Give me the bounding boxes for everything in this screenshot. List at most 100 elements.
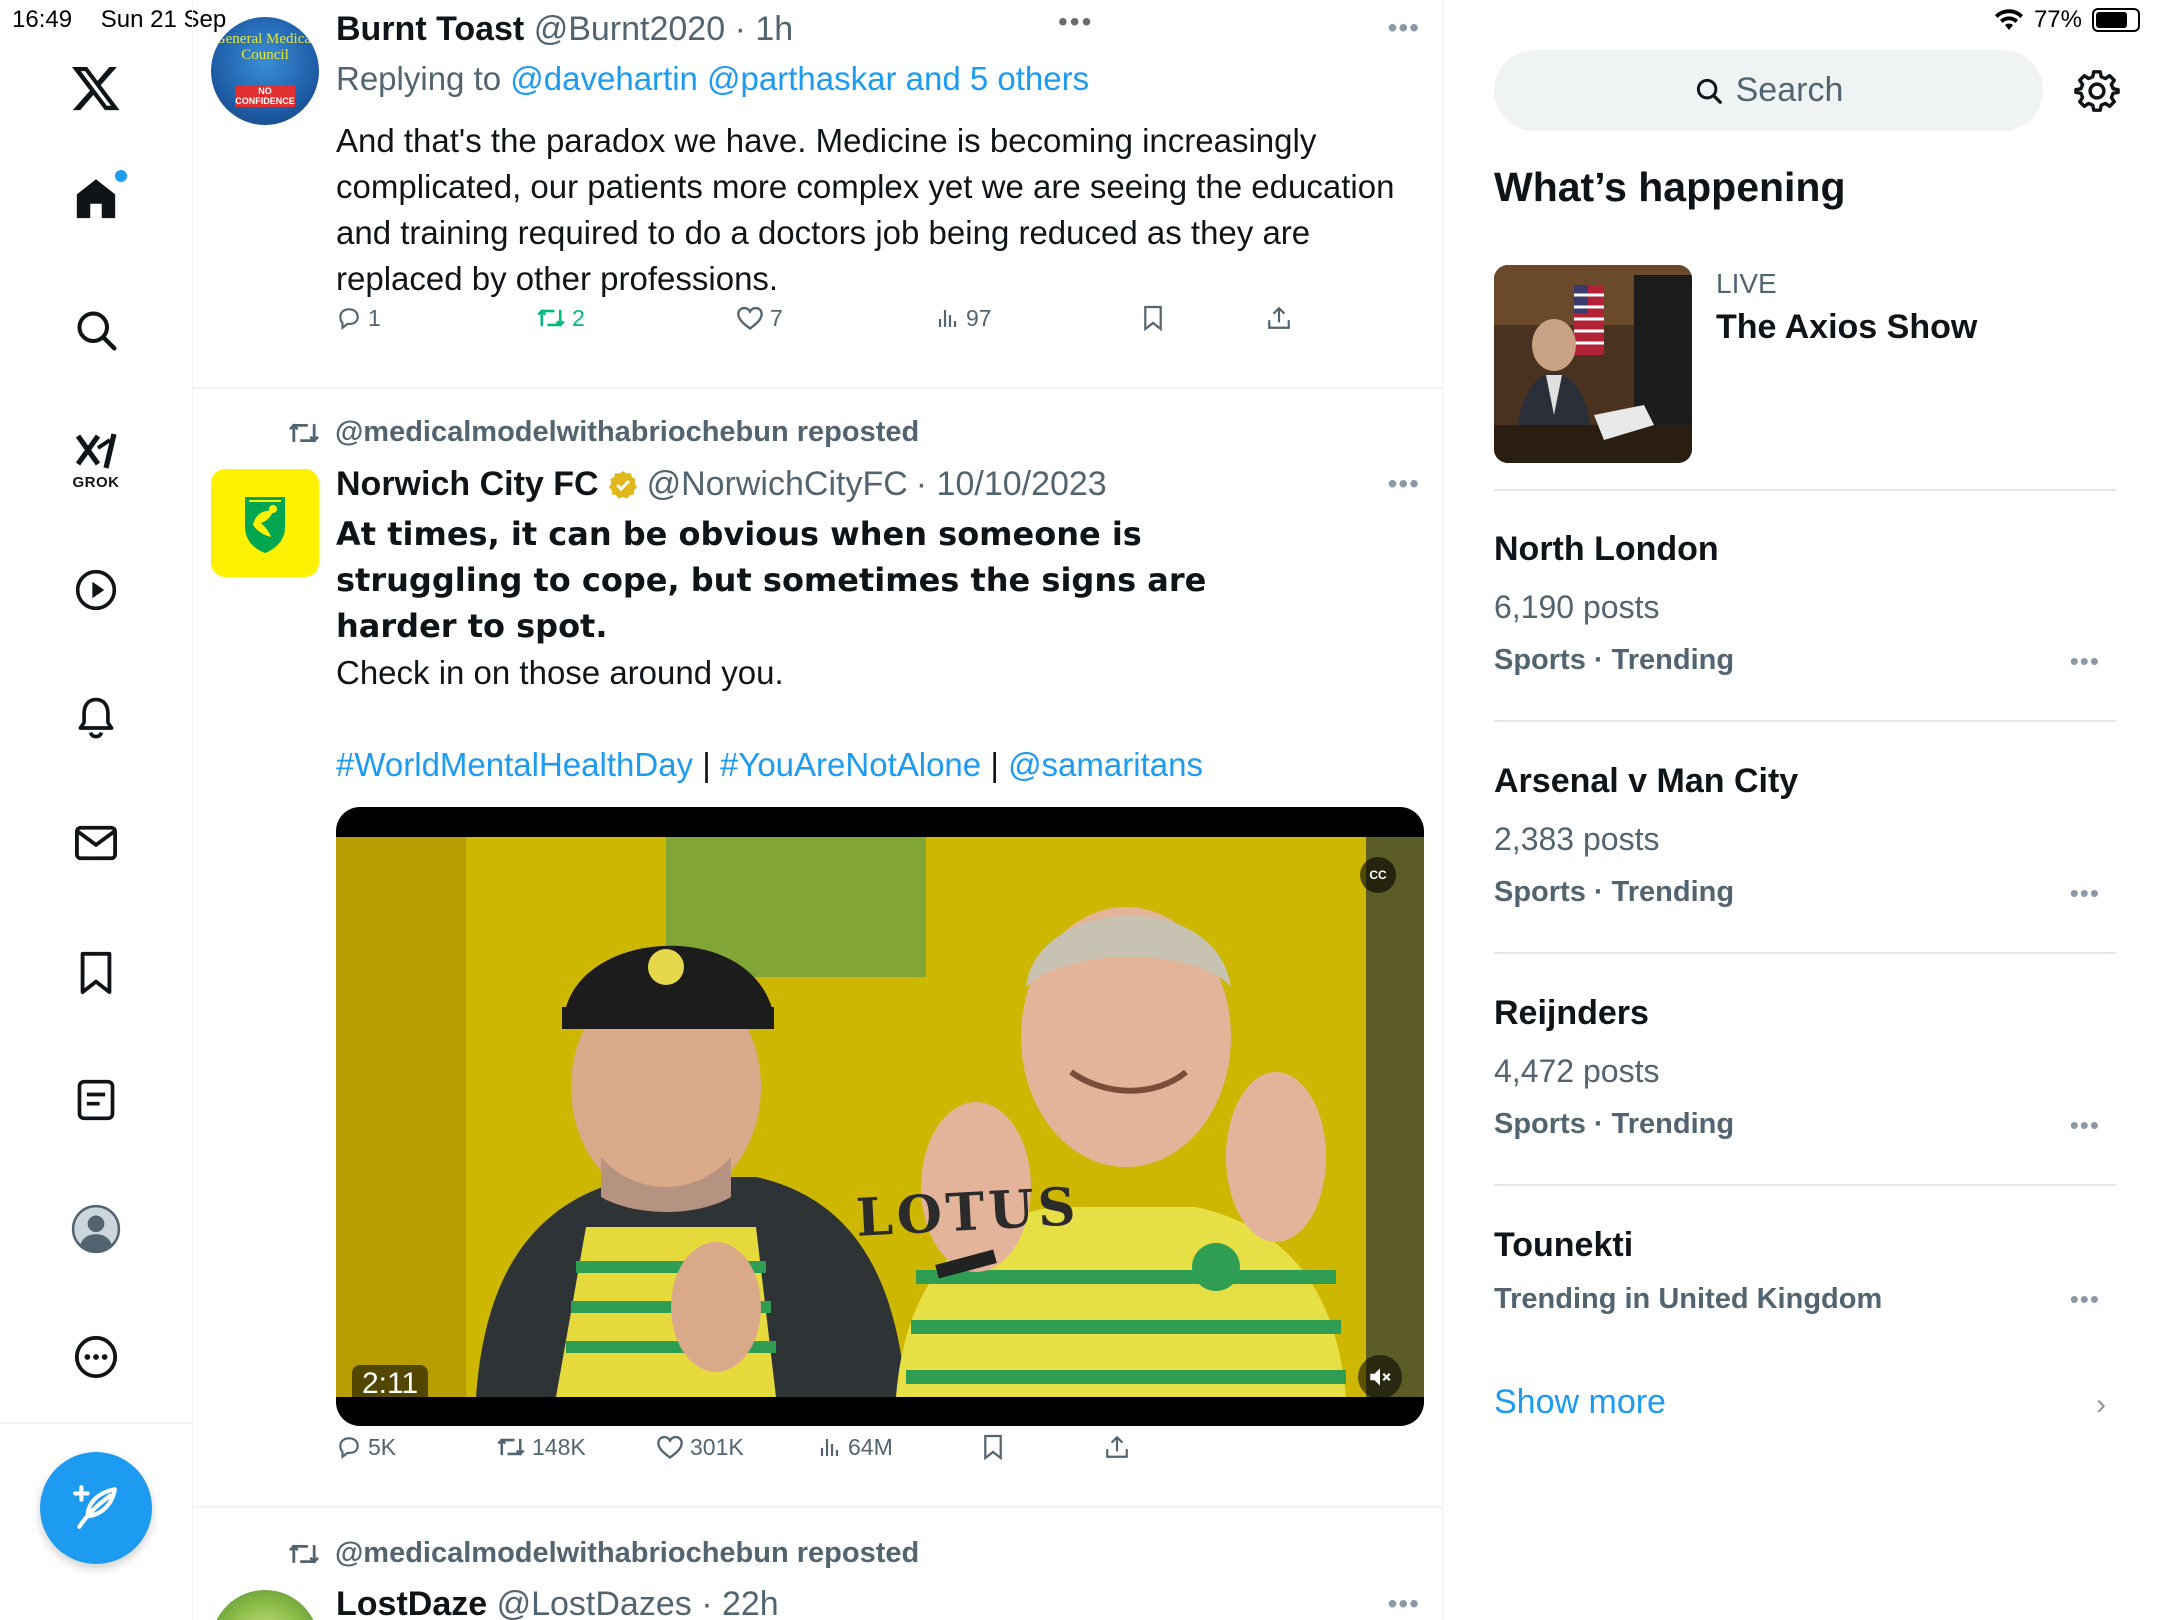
trend-item[interactable]: Reijnders 4,472 posts Sports · Trending …: [1494, 994, 2116, 1141]
more-icon[interactable]: [73, 1334, 119, 1380]
reply-button[interactable]: 1: [336, 305, 381, 332]
reposted-by[interactable]: @medicalmodelwithabriochebun reposted: [335, 1537, 919, 1570]
mention-samaritans[interactable]: @samaritans: [1008, 746, 1203, 783]
separator: |: [702, 746, 711, 783]
tweet-time[interactable]: · 22h: [701, 1585, 779, 1620]
norwich-crest-icon: [245, 497, 285, 553]
trend-separator: [1494, 720, 2116, 722]
video-still-image: [336, 837, 1424, 1397]
repost-small-icon: [289, 422, 319, 443]
replying-mentions[interactable]: @davehartin @parthaskar and 5 others: [510, 60, 1089, 97]
like-button[interactable]: 301K: [656, 1434, 744, 1461]
profile-icon[interactable]: [71, 1204, 121, 1254]
video-player[interactable]: LOTUS CC 2:11: [336, 807, 1424, 1426]
new-posts-indicator: [115, 170, 127, 182]
video-icon[interactable]: [74, 568, 118, 612]
search-input[interactable]: Search: [1494, 50, 2043, 131]
bookmarks-icon[interactable]: [76, 950, 116, 996]
share-button[interactable]: [1104, 1434, 1130, 1460]
repost-button[interactable]: 2: [536, 305, 585, 332]
grok-icon[interactable]: GROK: [72, 428, 120, 491]
share-button[interactable]: [1266, 305, 1292, 331]
messages-icon[interactable]: [73, 822, 119, 864]
tweet-separator: [193, 1506, 1442, 1508]
compose-post-button[interactable]: [40, 1452, 152, 1564]
live-event-title[interactable]: The Axios Show: [1716, 308, 1977, 347]
trend-more-button[interactable]: •••: [2070, 646, 2100, 677]
hashtag-you-are-not-alone[interactable]: #YouAreNotAlone: [720, 746, 981, 783]
notifications-icon[interactable]: [74, 694, 118, 740]
hashtag-world-mental-health-day[interactable]: #WorldMentalHealthDay: [336, 746, 693, 783]
trend-item[interactable]: Arsenal v Man City 2,383 posts Sports · …: [1494, 762, 2116, 909]
trend-name: Tounekti: [1494, 1226, 1634, 1264]
trend-name: North London: [1494, 530, 1719, 568]
share-icon: [1106, 1435, 1128, 1458]
author-handle[interactable]: @NorwichCityFC: [647, 465, 908, 504]
show-more-link[interactable]: Show more: [1494, 1383, 1666, 1422]
reposted-by[interactable]: @medicalmodelwithabriochebun reposted: [335, 416, 919, 449]
repost-context: @medicalmodelwithabriochebun reposted: [287, 1537, 919, 1570]
video-frame: LOTUS: [336, 837, 1424, 1397]
live-event-thumbnail[interactable]: [1494, 265, 1692, 463]
author-name[interactable]: LostDaze: [336, 1585, 487, 1620]
tweet-more-button[interactable]: •••: [1388, 1588, 1420, 1620]
trend-more-button[interactable]: •••: [2070, 1110, 2100, 1141]
tweet-hashtags: #WorldMentalHealthDay | #YouAreNotAlone …: [336, 742, 1396, 788]
reply-count: 1: [368, 304, 381, 331]
trend-post-count: 2,383 posts: [1494, 821, 1660, 857]
trend-item[interactable]: North London 6,190 posts Sports · Trendi…: [1494, 530, 2116, 677]
author-name[interactable]: Norwich City FC: [336, 465, 599, 504]
compose-feather-icon: [73, 1485, 117, 1529]
trend-category: Sports · Trending: [1494, 1108, 1735, 1140]
trend-separator: [1494, 952, 2116, 954]
like-count: 301K: [690, 1433, 744, 1460]
chevron-right-icon: ›: [2096, 1388, 2106, 1421]
separator: |: [990, 746, 999, 783]
avatar[interactable]: General Medical Council NO CONFIDENCE: [211, 17, 319, 125]
reply-button[interactable]: 5K: [336, 1434, 396, 1461]
whats-happening-heading: What’s happening: [1494, 164, 1846, 210]
like-count: 7: [770, 304, 783, 331]
trend-more-button[interactable]: •••: [2070, 1284, 2100, 1315]
repost-icon: [497, 1438, 525, 1456]
trend-category: Sports · Trending: [1494, 644, 1735, 676]
tweet-header: Burnt Toast @Burnt2020 · 1h: [336, 10, 793, 49]
tweet-more-button[interactable]: •••: [1388, 12, 1420, 44]
mute-button[interactable]: [1358, 1355, 1402, 1399]
repost-icon: [537, 309, 565, 327]
avatar[interactable]: [211, 1590, 319, 1620]
repost-button[interactable]: 148K: [496, 1434, 586, 1461]
author-handle[interactable]: @Burnt2020: [534, 10, 725, 48]
author-name[interactable]: Burnt Toast: [336, 10, 524, 48]
x-logo-icon[interactable]: [70, 62, 122, 114]
avatar-text: General Medical Council: [214, 31, 316, 63]
captions-button[interactable]: CC: [1360, 857, 1396, 893]
trend-name: Reijnders: [1494, 994, 1649, 1032]
tweet-header: Norwich City FC @NorwichCityFC · 10/10/2…: [336, 465, 1107, 504]
views-button[interactable]: 64M: [818, 1434, 893, 1461]
tweet-more-button[interactable]: •••: [1388, 468, 1420, 500]
tweet-time[interactable]: · 1h: [735, 10, 794, 48]
norwich-crest-avatar[interactable]: [211, 469, 319, 577]
like-button[interactable]: 7: [736, 305, 783, 332]
search-icon[interactable]: [74, 308, 118, 352]
trend-separator: [1494, 1184, 2116, 1186]
author-handle[interactable]: @LostDazes: [497, 1585, 692, 1620]
views-button[interactable]: 97: [936, 305, 992, 332]
avatar-badge: NO CONFIDENCE: [235, 85, 295, 107]
settings-button[interactable]: [2074, 68, 2120, 119]
gear-icon: [2074, 70, 2120, 112]
bookmark-icon: [984, 1434, 1002, 1461]
tweet-header: LostDaze @LostDazes · 22h: [336, 1585, 779, 1620]
tweet-time[interactable]: · 10/10/2023: [916, 465, 1107, 504]
verified-gold-badge-icon: [608, 470, 637, 499]
trend-more-button[interactable]: •••: [2070, 878, 2100, 909]
trend-item[interactable]: Tounekti Trending in United Kingdom •••: [1494, 1226, 2116, 1316]
replying-prefix: Replying to: [336, 60, 502, 97]
bookmark-button[interactable]: [982, 1433, 1004, 1461]
bookmark-button[interactable]: [1142, 304, 1164, 332]
lists-icon[interactable]: [75, 1078, 117, 1122]
heart-icon: [737, 306, 763, 330]
reply-icon: [339, 1437, 359, 1459]
home-icon[interactable]: [73, 170, 127, 222]
